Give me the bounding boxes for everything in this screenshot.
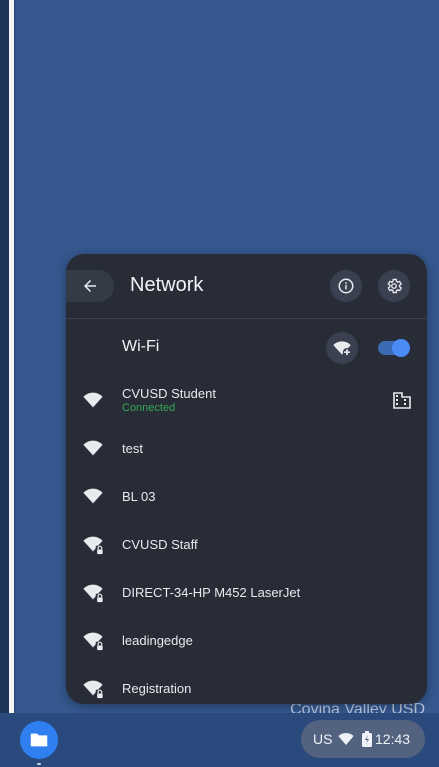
left-window-dark-edge [0, 0, 9, 720]
network-name: CVUSD Staff [122, 537, 198, 552]
wifi-icon [83, 488, 103, 504]
left-window-light-edge [9, 0, 14, 720]
network-name: test [122, 441, 143, 456]
shelf: US 12:43 [0, 713, 439, 767]
folder-icon [30, 733, 48, 747]
wifi-locked-icon [83, 536, 104, 555]
network-name: Registration [122, 681, 192, 696]
network-item[interactable]: BL 03 [66, 472, 427, 520]
wifi-add-icon [333, 341, 352, 357]
back-button[interactable] [66, 270, 114, 302]
add-network-button[interactable] [326, 332, 358, 364]
network-item[interactable]: Registration [66, 664, 427, 704]
network-item[interactable]: test [66, 424, 427, 472]
gear-icon [387, 278, 403, 294]
network-name: BL 03 [122, 489, 156, 504]
clock: 12:43 [375, 731, 411, 747]
left-window-edge [0, 0, 16, 767]
network-item[interactable]: DIRECT-34-HP M452 LaserJet [66, 568, 427, 616]
network-item[interactable]: CVUSD Staff [66, 520, 427, 568]
wifi-status-icon [338, 733, 354, 745]
connection-status: Connected [122, 402, 176, 414]
wifi-locked-icon [83, 632, 104, 651]
network-item[interactable]: CVUSD Student Connected [66, 376, 427, 424]
page-title: Network [130, 274, 204, 296]
enterprise-building-icon [393, 392, 411, 409]
settings-button[interactable] [378, 270, 410, 302]
network-panel: Network Wi-Fi CVUSD Student Connected te… [66, 254, 427, 704]
wifi-label: Wi-Fi [122, 338, 160, 355]
status-tray[interactable]: US 12:43 [301, 720, 425, 758]
wifi-row: Wi-Fi [66, 332, 427, 364]
wifi-toggle[interactable] [378, 339, 410, 357]
app-running-indicator [37, 763, 41, 765]
wifi-toggle-knob [392, 339, 410, 357]
network-header: Network [66, 254, 427, 318]
info-icon [338, 278, 354, 294]
keyboard-layout: US [313, 731, 333, 747]
network-name: leadingedge [122, 633, 193, 648]
back-arrow-icon [84, 280, 96, 292]
network-name: DIRECT-34-HP M452 LaserJet [122, 585, 301, 600]
files-app-button[interactable] [20, 721, 58, 759]
header-divider [66, 318, 427, 319]
wifi-icon [83, 440, 103, 456]
network-item[interactable]: leadingedge [66, 616, 427, 664]
battery-icon [362, 731, 372, 747]
wifi-locked-icon [83, 680, 104, 699]
network-name: CVUSD Student [122, 386, 216, 401]
wifi-icon [83, 392, 103, 408]
info-button[interactable] [330, 270, 362, 302]
wifi-locked-icon [83, 584, 104, 603]
network-list: CVUSD Student Connected test BL 03 CVUSD Sta… [66, 376, 427, 704]
